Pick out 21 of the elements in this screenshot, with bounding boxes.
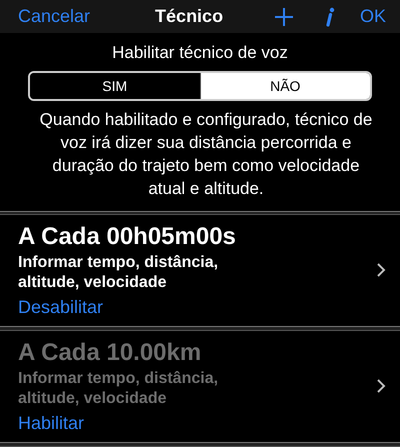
info-button[interactable] — [324, 6, 335, 27]
chevron-icon — [376, 378, 386, 394]
ok-button[interactable]: OK — [360, 6, 386, 28]
rule-subtitle: Informar tempo, distância, altitude, velocidade — [18, 253, 220, 294]
cancel-button[interactable]: Cancelar — [18, 6, 90, 28]
rule-subtitle: Informar tempo, distância, altitude, velocidade — [18, 369, 220, 410]
toggle-link[interactable]: Habilitar — [18, 413, 84, 434]
chevron-icon — [376, 262, 386, 278]
add-button[interactable] — [274, 6, 294, 27]
voice-coach-label: Habilitar técnico de voz — [111, 43, 289, 64]
window-title: Técnico — [155, 6, 224, 28]
rule-title: A Cada 10.00km — [18, 338, 202, 368]
segment[interactable]: NÃO — [200, 73, 370, 99]
plus-icon — [274, 6, 294, 27]
rule-row[interactable]: A Cada 10.00km Informar tempo, distância, altitude, velocidade Habilitar — [0, 331, 400, 442]
description: Quando habilitado e configurado, técnico de voz irá dizer sua distância percorrida e duração do trajeto bem como velocidade atual e altitude. — [38, 108, 374, 200]
rule-row[interactable]: A Cada 00h05m00s Informar tempo, distância, altitude, velocidade Desabilitar — [0, 215, 400, 326]
rule-title: A Cada 00h05m00s — [18, 222, 236, 252]
segment[interactable]: SIM — [30, 73, 200, 99]
info-icon — [324, 6, 335, 27]
toggle-link[interactable]: Desabilitar — [18, 297, 104, 318]
